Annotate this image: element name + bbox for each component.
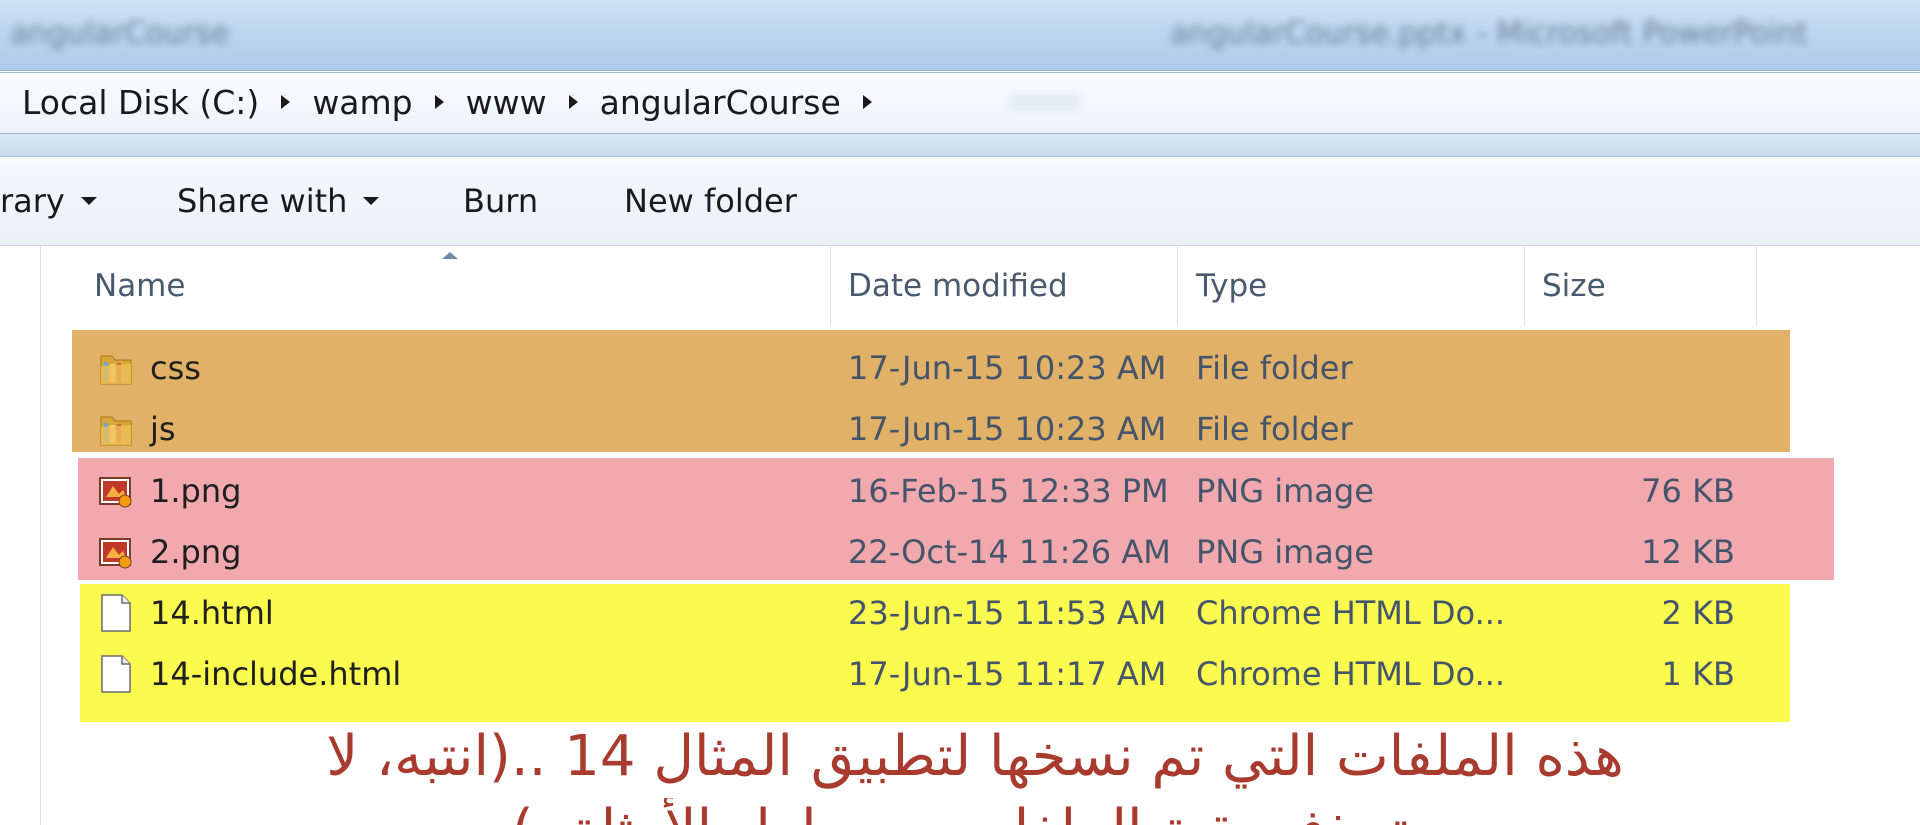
file-name: 14.html	[150, 594, 274, 632]
window-title: angularCourse.pptx - Microsoft PowerPoin…	[1170, 16, 1808, 51]
file-name: 14-include.html	[150, 655, 402, 693]
breadcrumb-item-angularcourse[interactable]: angularCourse	[600, 83, 841, 122]
file-row-14-include-html[interactable]: 14-include.html 17-Jun-15 11:17 AM Chrom…	[0, 644, 1920, 704]
file-list: Name Date modified Type Size css 17-Jun-…	[0, 246, 1920, 825]
png-image-icon	[99, 538, 132, 569]
column-header-date[interactable]: Date modified	[848, 246, 1168, 326]
chevron-down-icon	[80, 197, 97, 205]
file-name-cell[interactable]: 2.png	[98, 522, 241, 582]
file-size: 12 KB	[1641, 533, 1735, 571]
column-header-name[interactable]: Name	[94, 246, 824, 326]
explorer-window: angularCourse angularCourse.pptx - Micro…	[0, 0, 1920, 825]
file-type: File folder	[1196, 410, 1353, 448]
toolbar-separator	[0, 134, 1920, 157]
breadcrumb-arrow-icon[interactable]	[568, 95, 578, 109]
burn-label: Burn	[463, 182, 539, 220]
file-name-cell[interactable]: 1.png	[98, 461, 241, 521]
address-blur	[1010, 93, 1080, 111]
file-name-cell[interactable]: 14-include.html	[98, 644, 401, 704]
file-type: PNG image	[1196, 533, 1374, 571]
breadcrumb-arrow-icon[interactable]	[281, 95, 291, 109]
breadcrumb-arrow-icon[interactable]	[862, 95, 872, 109]
sort-ascending-icon	[442, 252, 458, 259]
title-bar: angularCourse angularCourse.pptx - Micro…	[0, 0, 1920, 71]
file-name-cell[interactable]: js	[98, 399, 176, 459]
png-image-icon	[99, 477, 132, 508]
breadcrumb: Local Disk (C:) wamp www angularCourse	[22, 83, 894, 122]
file-date: 17-Jun-15 11:17 AM	[848, 655, 1167, 693]
file-date: 17-Jun-15 10:23 AM	[848, 410, 1167, 448]
include-in-library-label: rary	[0, 182, 65, 220]
file-name: 1.png	[150, 472, 242, 510]
column-header-type[interactable]: Type	[1196, 246, 1516, 326]
column-divider[interactable]	[1524, 246, 1525, 326]
file-size	[1530, 399, 1735, 459]
share-with-label: Share with	[177, 182, 348, 220]
file-type: Chrome HTML Do...	[1196, 655, 1506, 693]
window-title-left: angularCourse	[10, 16, 230, 51]
column-divider[interactable]	[1756, 246, 1757, 326]
annotation-text-line2: تحذف بقية الملفات من حلول الأمثلة..)	[0, 798, 1920, 825]
column-header-size-label: Size	[1542, 268, 1606, 304]
file-row-2-png[interactable]: 2.png 22-Oct-14 11:26 AM PNG image 12 KB	[0, 522, 1920, 582]
file-type: Chrome HTML Do...	[1196, 594, 1506, 632]
file-date: 22-Oct-14 11:26 AM	[848, 533, 1171, 571]
file-name-cell[interactable]: 14.html	[98, 583, 274, 643]
breadcrumb-item-wamp[interactable]: wamp	[312, 83, 412, 122]
folder-icon	[100, 355, 132, 385]
burn-button[interactable]: Burn	[463, 181, 538, 221]
column-header-name-label: Name	[94, 268, 186, 304]
file-size	[1530, 338, 1735, 398]
breadcrumb-item-local-disk[interactable]: Local Disk (C:)	[22, 83, 259, 122]
file-row-js[interactable]: js 17-Jun-15 10:23 AM File folder	[0, 399, 1920, 459]
column-divider[interactable]	[830, 246, 831, 326]
file-name: js	[150, 410, 176, 448]
breadcrumb-arrow-icon[interactable]	[434, 95, 444, 109]
file-name: css	[150, 349, 201, 387]
file-date: 23-Jun-15 11:53 AM	[848, 594, 1167, 632]
column-header-type-label: Type	[1196, 268, 1268, 304]
file-type: PNG image	[1196, 472, 1374, 510]
file-date: 16-Feb-15 12:33 PM	[848, 472, 1169, 510]
file-row-14-html[interactable]: 14.html 23-Jun-15 11:53 AM Chrome HTML D…	[0, 583, 1920, 643]
command-bar: rary Share with Burn New folder	[0, 157, 1920, 246]
file-size: 76 KB	[1641, 472, 1735, 510]
file-row-1-png[interactable]: 1.png 16-Feb-15 12:33 PM PNG image 76 KB	[0, 461, 1920, 521]
include-in-library-button[interactable]: rary	[0, 181, 97, 221]
folder-icon	[100, 416, 132, 446]
breadcrumb-item-www[interactable]: www	[466, 83, 547, 122]
column-header-date-label: Date modified	[848, 268, 1068, 304]
file-date: 17-Jun-15 10:23 AM	[848, 349, 1167, 387]
html-file-icon	[101, 655, 131, 693]
html-file-icon	[101, 594, 131, 632]
file-name: 2.png	[150, 533, 242, 571]
file-name-cell[interactable]: css	[98, 338, 201, 398]
file-type: File folder	[1196, 349, 1353, 387]
file-size: 1 KB	[1661, 655, 1735, 693]
column-divider[interactable]	[1177, 246, 1178, 326]
column-header-size[interactable]: Size	[1542, 246, 1742, 326]
file-size: 2 KB	[1661, 594, 1735, 632]
new-folder-label: New folder	[624, 182, 797, 220]
chevron-down-icon	[363, 197, 380, 205]
annotation-text-line1: هذه الملفات التي تم نسخها لتطبيق المثال …	[326, 724, 1624, 789]
file-row-css[interactable]: css 17-Jun-15 10:23 AM File folder	[0, 338, 1920, 398]
share-with-button[interactable]: Share with	[177, 181, 380, 221]
address-bar[interactable]: Local Disk (C:) wamp www angularCourse	[0, 72, 1920, 134]
new-folder-button[interactable]: New folder	[624, 181, 797, 221]
